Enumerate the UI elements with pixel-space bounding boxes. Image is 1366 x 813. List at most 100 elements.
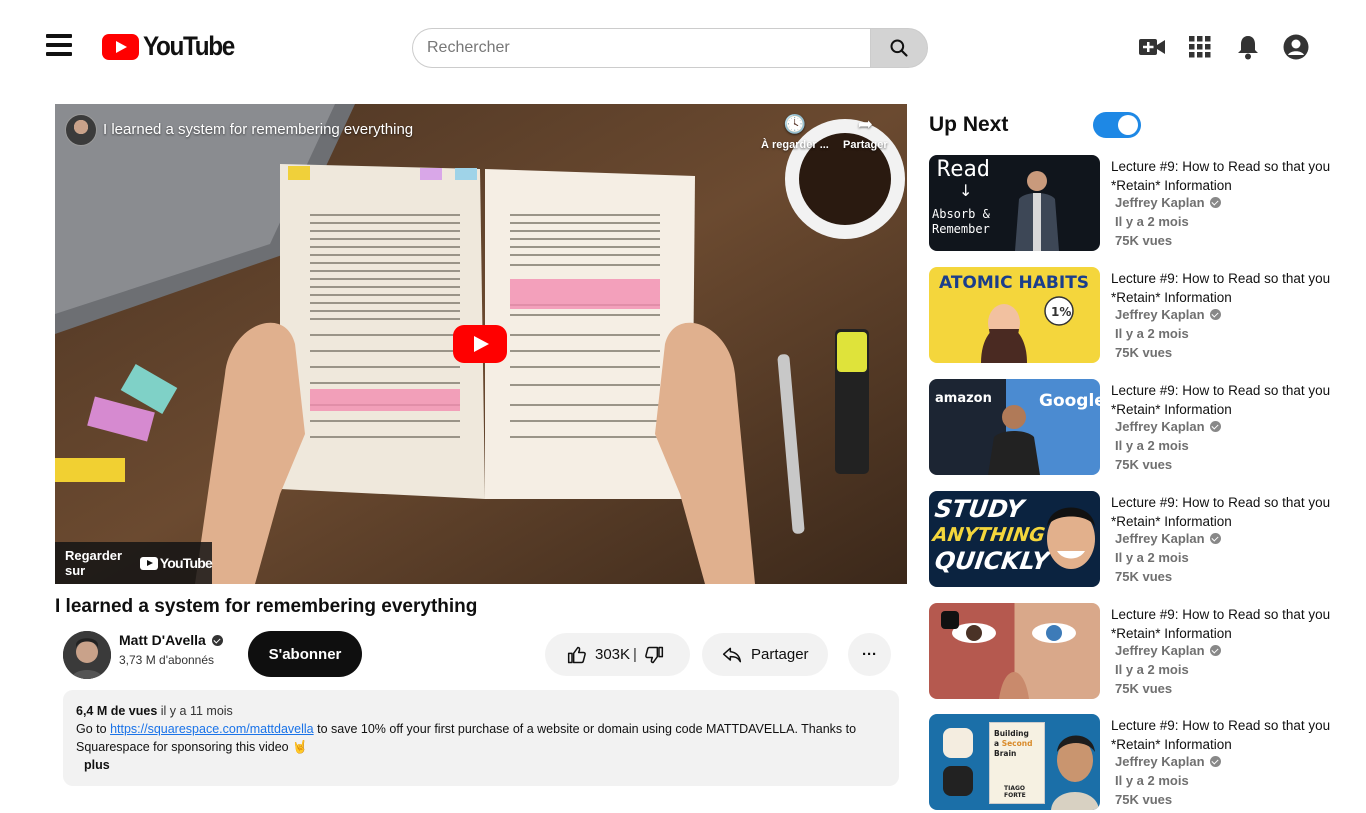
recommended-channel[interactable]: Jeffrey Kaplan xyxy=(1115,531,1221,546)
youtube-logo[interactable]: YouTube xyxy=(102,31,244,62)
create-video-icon[interactable] xyxy=(1138,34,1166,60)
search-bar xyxy=(412,28,928,68)
description-stats: 6,4 M de vues il y a 11 mois xyxy=(76,702,886,720)
more-actions-button[interactable]: ··· xyxy=(848,633,891,676)
recommended-age: Il y a 2 mois xyxy=(1115,550,1189,565)
youtube-mini-icon xyxy=(139,556,158,570)
share-button[interactable]: Partager xyxy=(702,633,828,676)
show-more-button[interactable]: plus xyxy=(84,756,110,774)
recommended-age: Il y a 2 mois xyxy=(1115,662,1189,677)
recommended-title[interactable]: Lecture #9: How to Read so that you *Ret… xyxy=(1111,493,1347,531)
thumb-text-atomic: ATOMIC HABITS xyxy=(939,273,1090,293)
notifications-bell-icon[interactable] xyxy=(1234,34,1262,60)
recommended-video[interactable]: Building a Second Brain TIAGO FORTE Lecture… xyxy=(929,714,1366,810)
top-bar: YouTube xyxy=(0,0,1366,96)
search-input[interactable] xyxy=(412,28,870,68)
book-cover: Building a Second Brain TIAGO FORTE xyxy=(989,722,1045,804)
smiling-face-photo xyxy=(1047,507,1095,569)
thumb-arrow: ↓ xyxy=(959,181,973,200)
avatar[interactable] xyxy=(63,631,111,679)
player-share-label: Partager xyxy=(843,139,888,151)
description-text-before: Go to xyxy=(76,722,107,736)
presenter-face xyxy=(1051,735,1099,810)
share-icon xyxy=(722,647,742,662)
description-box[interactable]: 6,4 M de vues il y a 11 mois Go to https… xyxy=(63,690,899,786)
thumb-text-google: Google xyxy=(1039,391,1100,411)
account-icon[interactable] xyxy=(1282,34,1310,60)
recommended-title[interactable]: Lecture #9: How to Read so that you *Ret… xyxy=(1111,269,1347,307)
svg-text:1%: 1% xyxy=(1051,305,1071,319)
verified-icon xyxy=(1209,421,1221,432)
recommended-channel[interactable]: Jeffrey Kaplan xyxy=(1115,419,1221,434)
thumb-text-study: STUDY xyxy=(933,495,1026,523)
recommended-channel[interactable]: Jeffrey Kaplan xyxy=(1115,643,1221,658)
video-thumbnail: Building a Second Brain TIAGO FORTE xyxy=(929,714,1100,810)
watch-on-youtube-button[interactable]: Regarder sur YouTube xyxy=(55,542,213,584)
recommended-video[interactable]: amazon Google Lecture #9: How to Read so… xyxy=(929,379,1366,475)
video-player[interactable]: I learned a system for remembering every… xyxy=(55,104,907,584)
search-button[interactable] xyxy=(870,28,928,68)
book-title-text: Building a Second Brain xyxy=(994,729,1033,758)
verified-icon xyxy=(1209,197,1221,208)
presenter-figure xyxy=(988,405,1040,475)
recommended-title[interactable]: Lecture #9: How to Read so that you *Ret… xyxy=(1111,716,1347,754)
dislike-button[interactable] xyxy=(644,645,664,665)
recommended-video[interactable]: STUDY ANYTHING QUICKLY Lecture #9: How t… xyxy=(929,491,1366,587)
like-count: 303K xyxy=(595,646,631,663)
video-title: I learned a system for remembering every… xyxy=(55,596,478,617)
recommended-title[interactable]: Lecture #9: How to Read so that you *Ret… xyxy=(1111,381,1347,419)
video-thumbnail xyxy=(929,603,1100,699)
thumbs-up-icon xyxy=(567,646,586,663)
up-next-heading: Up Next xyxy=(929,113,1009,136)
recommended-channel[interactable]: Jeffrey Kaplan xyxy=(1115,195,1221,210)
recommended-views: 75K vues xyxy=(1115,681,1173,696)
thumb-text-read: Read xyxy=(937,157,990,182)
recommended-age: Il y a 2 mois xyxy=(1115,438,1189,453)
search-icon xyxy=(890,39,908,57)
subscribe-button[interactable]: S'abonner xyxy=(248,631,362,677)
recommended-channel-name: Jeffrey Kaplan xyxy=(1115,643,1205,658)
upload-age: il y a 11 mois xyxy=(160,704,233,718)
like-button[interactable]: 303K xyxy=(567,645,630,665)
menu-icon[interactable] xyxy=(44,34,74,60)
recommended-views: 75K vues xyxy=(1115,457,1173,472)
recommended-video[interactable]: ATOMIC HABITS 1% Lecture #9: How to Read… xyxy=(929,267,1366,363)
video-thumbnail: Read ↓ Absorb & Remember xyxy=(929,155,1100,251)
share-arrow-icon: ➦ xyxy=(857,114,873,134)
recommended-video[interactable]: Read ↓ Absorb & Remember Lecture #9: How … xyxy=(929,155,1366,251)
video-thumbnail: amazon Google xyxy=(929,379,1100,475)
recommended-age: Il y a 2 mois xyxy=(1115,773,1189,788)
recommended-channel-name: Jeffrey Kaplan xyxy=(1115,307,1205,322)
watch-later-label: À regarder ... xyxy=(761,139,829,151)
apps-grid-icon[interactable] xyxy=(1186,34,1214,60)
video-thumbnail: STUDY ANYTHING QUICKLY xyxy=(929,491,1100,587)
lecturer-figure xyxy=(1015,171,1059,251)
recommended-views: 75K vues xyxy=(1115,569,1173,584)
player-share-button[interactable]: ➦ Partager xyxy=(843,114,888,151)
recommended-channel-name: Jeffrey Kaplan xyxy=(1115,754,1205,769)
play-button[interactable] xyxy=(453,325,507,363)
video-thumbnail: ATOMIC HABITS 1% xyxy=(929,267,1100,363)
recommended-channel[interactable]: Jeffrey Kaplan xyxy=(1115,754,1221,769)
recommended-channel[interactable]: Jeffrey Kaplan xyxy=(1115,307,1221,322)
thumb-text-quickly: QUICKLY xyxy=(933,547,1051,575)
watch-on-label: Regarder sur xyxy=(65,548,123,578)
channel-name-text: Matt D'Avella xyxy=(119,632,206,648)
clock-icon: 🕓 xyxy=(783,114,807,134)
brain-app-icon xyxy=(943,728,973,758)
watch-later-button[interactable]: 🕓 À regarder ... xyxy=(761,114,829,151)
verified-icon xyxy=(1209,756,1221,767)
book-author-text: TIAGO FORTE xyxy=(1004,785,1026,799)
autoplay-toggle[interactable] xyxy=(1093,112,1141,138)
channel-avatar-small[interactable] xyxy=(65,114,97,146)
youtube-mini-logo: YouTube xyxy=(139,555,213,571)
recommended-title[interactable]: Lecture #9: How to Read so that you *Ret… xyxy=(1111,157,1347,195)
thumbs-down-icon xyxy=(645,646,664,663)
channel-name[interactable]: Matt D'Avella xyxy=(119,632,223,648)
bearded-face-illustration: 1% xyxy=(981,296,1074,363)
sponsor-link[interactable]: https://squarespace.com/mattdavella xyxy=(110,722,314,736)
recommended-video[interactable]: Lecture #9: How to Read so that you *Ret… xyxy=(929,603,1366,699)
recommended-title[interactable]: Lecture #9: How to Read so that you *Ret… xyxy=(1111,605,1347,643)
youtube-mini-text: YouTube xyxy=(159,555,213,571)
player-title[interactable]: I learned a system for remembering every… xyxy=(103,121,413,138)
